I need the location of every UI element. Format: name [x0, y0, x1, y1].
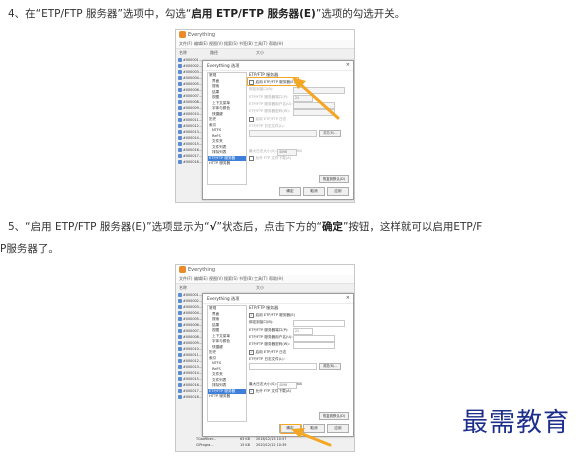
pointer-arrow-2 [291, 428, 332, 447]
watermark-logo: 最需教育 [462, 408, 571, 438]
arrow-2-shaft [298, 431, 332, 447]
